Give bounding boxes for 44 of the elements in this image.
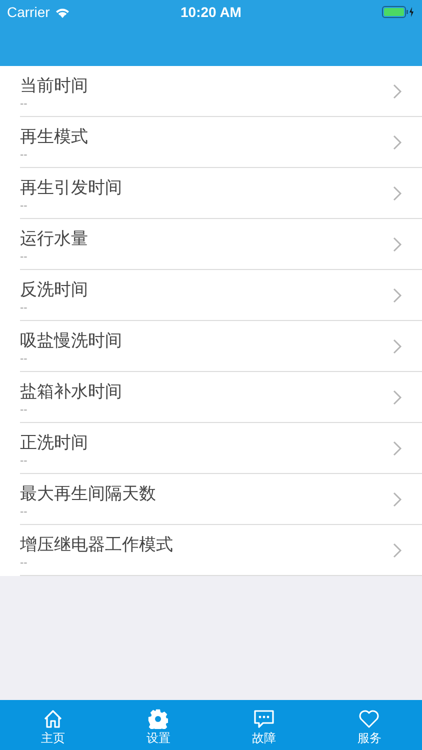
settings-row[interactable]: 吸盐慢洗时间 --: [20, 321, 422, 372]
setting-value: --: [20, 352, 28, 366]
settings-row[interactable]: 增压继电器工作模式 --: [20, 525, 422, 576]
chevron-right-icon: [393, 84, 402, 98]
setting-label: 当前时间: [20, 75, 89, 97]
chevron-right-icon: [393, 390, 402, 404]
chevron-right-icon: [393, 288, 402, 302]
settings-row[interactable]: 当前时间 --: [20, 66, 422, 117]
setting-value: --: [20, 454, 28, 468]
battery-icon: [382, 6, 415, 18]
chevron-right-icon: [393, 440, 402, 456]
setting-value: --: [20, 301, 28, 315]
setting-value: --: [20, 148, 28, 162]
setting-label: 增压继电器工作模式: [20, 534, 174, 556]
settings-row[interactable]: 正洗时间 --: [20, 423, 422, 474]
settings-row[interactable]: 最大再生间隔天数 --: [20, 474, 422, 525]
setting-label: 最大再生间隔天数: [20, 483, 157, 505]
setting-value: --: [20, 403, 28, 417]
setting-label: 正洗时间: [20, 432, 89, 454]
setting-label: 再生引发时间: [20, 177, 123, 199]
wifi-icon: [54, 6, 70, 18]
settings-row[interactable]: 反洗时间 --: [20, 270, 422, 321]
chevron-right-icon: [393, 186, 402, 200]
setting-value: --: [20, 97, 28, 111]
setting-label: 盐箱补水时间: [20, 381, 123, 403]
chevron-right-icon: [393, 134, 402, 150]
status-time: 10:20 AM: [180, 3, 242, 22]
settings-row[interactable]: 运行水量 --: [20, 219, 422, 270]
settings-row[interactable]: 再生引发时间 --: [20, 168, 422, 219]
settings-row[interactable]: 再生模式 --: [20, 117, 422, 168]
setting-value: --: [20, 250, 28, 264]
chevron-right-icon: [393, 492, 402, 506]
setting-label: 反洗时间: [20, 279, 89, 301]
chevron-right-icon: [393, 542, 402, 558]
setting-value: --: [20, 199, 28, 213]
setting-label: 再生模式: [20, 126, 89, 148]
setting-label: 吸盐慢洗时间: [20, 330, 123, 352]
chevron-right-icon: [393, 236, 402, 252]
setting-label: 运行水量: [20, 228, 89, 250]
setting-value: --: [20, 505, 28, 519]
setting-value: --: [20, 556, 28, 570]
carrier-label: Carrier: [7, 3, 50, 22]
chevron-right-icon: [393, 338, 402, 354]
settings-row[interactable]: 盐箱补水时间 --: [20, 372, 422, 423]
